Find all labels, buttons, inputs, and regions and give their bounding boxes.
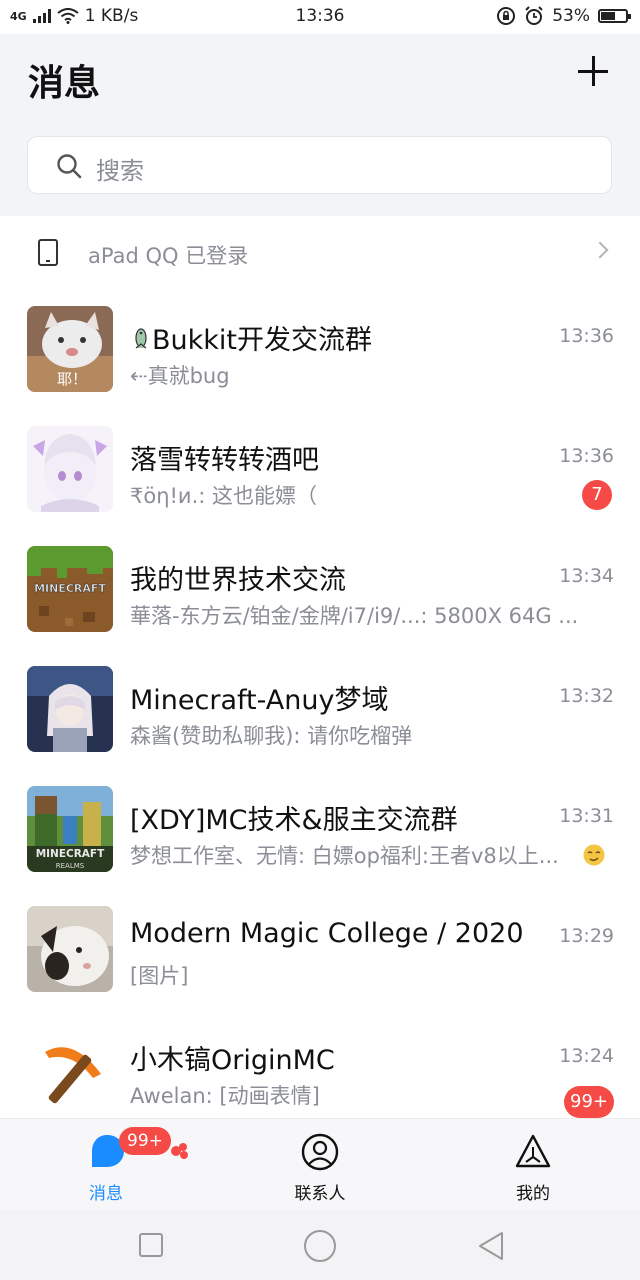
battery-percent: 53% — [552, 6, 590, 26]
chat-time: 13:29 — [559, 925, 614, 947]
tab-messages[interactable]: 99+ 消息 — [36, 1119, 188, 1211]
badge-splash-icon — [171, 1143, 188, 1159]
avatar-logo-subtext: REALMS — [56, 862, 85, 870]
unread-badge: 99+ — [564, 1086, 614, 1118]
bottom-tab-bar: 99+ 消息 联系人 我的 — [0, 1118, 640, 1211]
anime-girl-avatar-image — [27, 426, 113, 512]
avatar: MINECRAFT REALMS — [27, 786, 113, 872]
system-nav-bar — [0, 1210, 640, 1280]
chat-name: Bukkit开发交流群 — [130, 318, 372, 357]
chat-name: Minecraft-Anuy梦域 — [130, 685, 389, 716]
battery-level-fill — [601, 12, 615, 20]
avatar — [27, 426, 113, 512]
avatar-logo-text: MINECRAFT — [36, 848, 105, 860]
page-title: 消息 — [28, 63, 101, 104]
avatar: MINECRAFT — [27, 546, 113, 632]
tab-contacts[interactable]: 联系人 — [250, 1119, 390, 1211]
chat-preview: ₹öη!и.: 这也能嫖（ — [130, 484, 318, 508]
chat-preview: 華落-东方云/铂金/金牌/i7/i9/...: 5800X 64G ... — [130, 604, 579, 628]
chat-item[interactable]: MINECRAFT 我的世界技术交流 華落-东方云/铂金/金牌/i7/i9/..… — [0, 530, 640, 650]
chat-time: 13:24 — [559, 1045, 614, 1067]
avatar — [27, 666, 113, 752]
cat-avatar-image: 耶！ — [27, 306, 113, 392]
battery-icon — [598, 9, 631, 23]
chat-item[interactable]: 耶！ Bukkit开发交流群 ⇠真就bug 13:36 — [0, 290, 640, 410]
tab-label: 我的 — [516, 1184, 550, 1204]
header: 消息 搜索 — [0, 34, 640, 216]
profile-triangle-icon — [515, 1134, 551, 1168]
avatar — [27, 1026, 113, 1112]
minecraft-block-avatar-image: MINECRAFT — [27, 546, 113, 632]
status-bar: 4G 1 KB/s 13:36 53% — [0, 0, 640, 34]
chat-time: 13:34 — [559, 565, 614, 587]
chat-preview: 梦想工作室、无情: 白嫖op福利:王者v8以上... — [130, 844, 559, 868]
chat-preview: [图片] — [130, 964, 189, 988]
pickaxe-avatar-image — [27, 1026, 113, 1112]
avatar — [27, 906, 113, 992]
rotation-lock-icon — [497, 7, 516, 25]
anime-dark-avatar-image — [27, 666, 113, 752]
chat-name: 我的世界技术交流 — [130, 565, 346, 596]
tab-unread-badge: 99+ — [119, 1127, 171, 1155]
recent-apps-icon[interactable] — [138, 1232, 164, 1258]
avatar-logo-text: MINECRAFT — [34, 582, 106, 595]
cat-photo-avatar-image — [27, 906, 113, 992]
chat-item[interactable]: Modern Magic College / 2020 [图片] 13:29 — [0, 890, 640, 1010]
avatar-caption: 耶！ — [57, 370, 87, 388]
avatar: 耶！ — [27, 306, 113, 392]
device-login-text: aPad QQ 已登录 — [88, 244, 249, 268]
minecraft-realms-avatar-image: MINECRAFT REALMS — [27, 786, 113, 872]
chat-name: [XDY]MC技术&服主交流群 — [130, 805, 458, 836]
home-icon[interactable] — [303, 1229, 337, 1263]
tab-label: 消息 — [89, 1184, 123, 1204]
smug-emoji-icon — [583, 844, 605, 866]
chat-time: 13:36 — [559, 445, 614, 467]
status-right: 53% — [496, 6, 631, 26]
add-button[interactable] — [576, 54, 610, 88]
unread-badge: 7 — [582, 480, 612, 510]
fish-emoji-icon — [135, 328, 147, 349]
chat-preview: ⇠真就bug — [130, 364, 230, 388]
chat-item[interactable]: MINECRAFT REALMS [XDY]MC技术&服主交流群 梦想工作室、无… — [0, 770, 640, 890]
tab-label: 联系人 — [294, 1184, 346, 1204]
chat-time: 13:36 — [559, 325, 614, 347]
device-login-notice[interactable]: aPad QQ 已登录 — [0, 216, 640, 290]
tablet-icon — [38, 239, 58, 266]
back-icon[interactable] — [476, 1230, 506, 1262]
chat-item[interactable]: 小木镐OriginMC Awelan: [动画表情] 13:24 99+ — [0, 1010, 640, 1118]
search-icon — [57, 154, 82, 179]
contacts-icon — [301, 1133, 339, 1171]
chat-preview: 森酱(赞助私聊我): 请你吃榴弹 — [130, 724, 413, 748]
chat-preview: Awelan: [动画表情] — [130, 1084, 320, 1108]
chevron-right-icon — [591, 241, 609, 259]
chat-item[interactable]: 落雪转转转酒吧 ₹öη!и.: 这也能嫖（ 13:36 7 — [0, 410, 640, 530]
alarm-icon — [525, 6, 543, 25]
chat-list: 耶！ Bukkit开发交流群 ⇠真就bug 13:36 落雪转转转酒吧 ₹öη!… — [0, 290, 640, 1118]
chat-time: 13:32 — [559, 685, 614, 707]
search-placeholder: 搜索 — [96, 157, 144, 185]
search-input[interactable]: 搜索 — [27, 136, 612, 194]
chat-name: Modern Magic College / 2020 — [130, 918, 524, 949]
chat-name-text: Bukkit开发交流群 — [152, 325, 372, 356]
chat-name: 小木镐OriginMC — [130, 1045, 335, 1076]
chat-name: 落雪转转转酒吧 — [130, 445, 319, 476]
chat-time: 13:31 — [559, 805, 614, 827]
tab-profile[interactable]: 我的 — [463, 1119, 603, 1211]
chat-item[interactable]: Minecraft-Anuy梦域 森酱(赞助私聊我): 请你吃榴弹 13:32 — [0, 650, 640, 770]
